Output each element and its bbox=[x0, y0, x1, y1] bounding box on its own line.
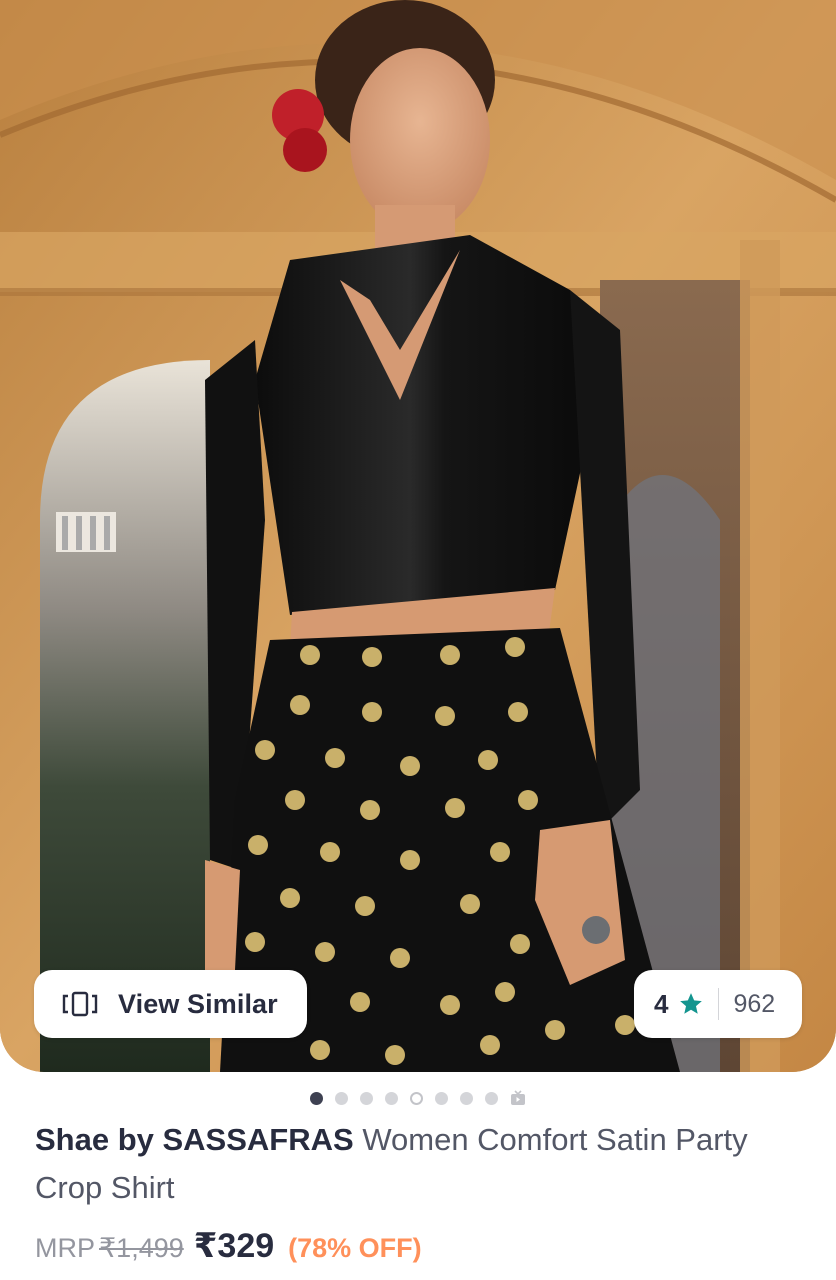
carousel-dots bbox=[0, 1090, 836, 1106]
carousel-dot[interactable] bbox=[435, 1091, 448, 1105]
sale-price: ₹329 bbox=[193, 1227, 275, 1265]
carousel-dot[interactable] bbox=[310, 1091, 323, 1105]
rating-value: 4 bbox=[654, 988, 669, 1019]
rating-divider bbox=[718, 988, 720, 1020]
carousel-dot[interactable] bbox=[410, 1091, 423, 1105]
carousel-dot[interactable] bbox=[485, 1091, 498, 1105]
star-icon bbox=[678, 991, 704, 1017]
price-row: MRP ₹1,499 ₹329 (78% OFF) bbox=[35, 1226, 422, 1266]
product-image[interactable] bbox=[0, 0, 836, 1072]
mrp-label: MRP bbox=[35, 1233, 95, 1263]
carousel-dot[interactable] bbox=[385, 1091, 398, 1105]
rating-count: 962 bbox=[733, 989, 776, 1018]
carousel-dot[interactable] bbox=[335, 1091, 348, 1105]
view-similar-label: View Similar bbox=[118, 988, 278, 1019]
product-title: Shae by SASSAFRAS Women Comfort Satin Pa… bbox=[35, 1116, 805, 1212]
discount-badge: (78% OFF) bbox=[288, 1233, 422, 1263]
video-dot-icon[interactable] bbox=[510, 1090, 526, 1106]
rating-chip[interactable]: 4 962 bbox=[634, 970, 802, 1038]
carousel-dot[interactable] bbox=[360, 1091, 373, 1105]
brand-name: Shae by SASSAFRAS bbox=[35, 1122, 354, 1157]
carousel-dot[interactable] bbox=[460, 1091, 473, 1105]
mrp-value: ₹1,499 bbox=[99, 1233, 184, 1263]
product-photo bbox=[0, 0, 836, 1072]
view-similar-icon bbox=[60, 990, 100, 1018]
view-similar-button[interactable]: View Similar bbox=[34, 970, 307, 1038]
